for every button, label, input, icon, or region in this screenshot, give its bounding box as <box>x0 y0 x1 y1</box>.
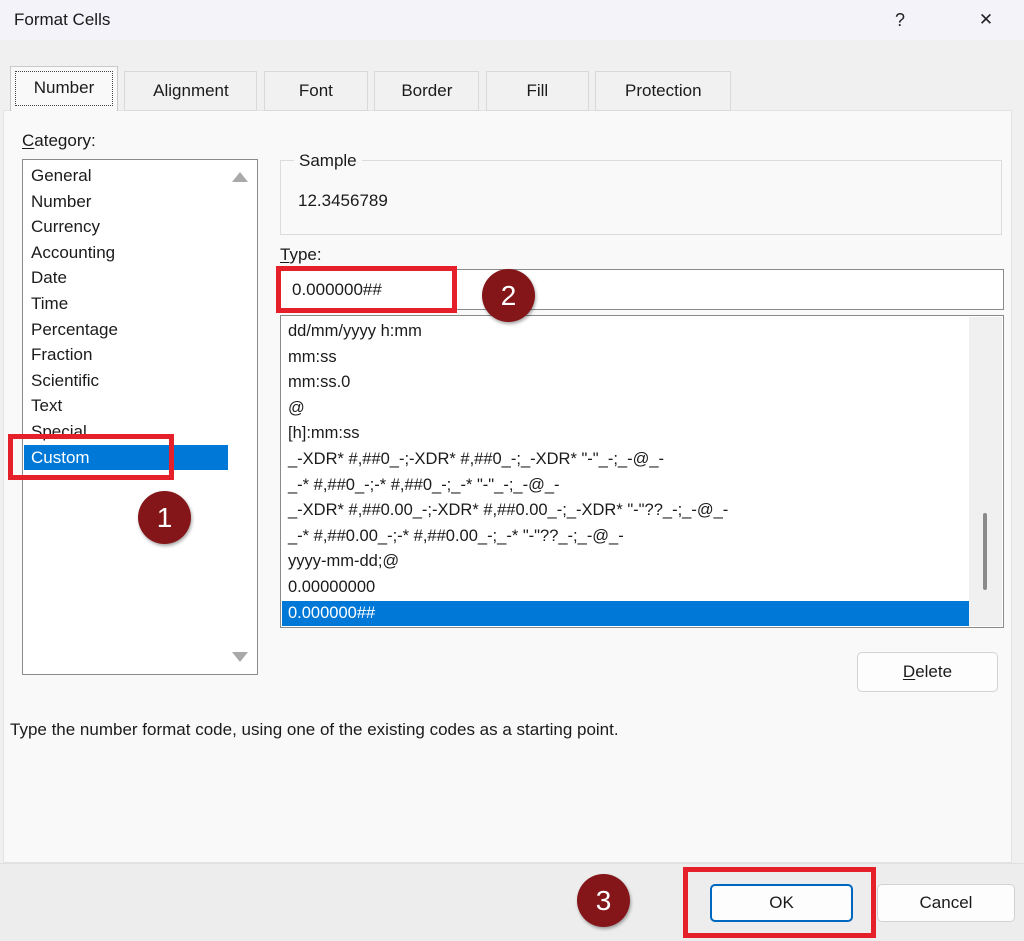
format-codes-listbox: dd/mm/yyyy h:mm mm:ss mm:ss.0 @ [h]:mm:s… <box>280 315 1004 628</box>
tab-border[interactable]: Border <box>374 71 479 111</box>
type-input[interactable] <box>280 269 1004 310</box>
category-label: Category: <box>22 131 96 151</box>
category-item-percentage[interactable]: Percentage <box>24 317 228 343</box>
step-badge-2: 2 <box>482 269 535 322</box>
footer-bar <box>0 863 1024 941</box>
format-code-item[interactable]: _-XDR* #,##0.00_-;-XDR* #,##0.00_-;_-XDR… <box>282 498 970 524</box>
format-code-item[interactable]: [h]:mm:ss <box>282 421 970 447</box>
format-codes-items: dd/mm/yyyy h:mm mm:ss mm:ss.0 @ [h]:mm:s… <box>282 319 970 626</box>
step-badge-1: 1 <box>138 491 191 544</box>
ok-button[interactable]: OK <box>710 884 853 922</box>
tab-protection[interactable]: Protection <box>595 71 731 111</box>
tab-number[interactable]: Number <box>10 66 118 111</box>
format-code-item[interactable]: dd/mm/yyyy h:mm <box>282 319 970 345</box>
window-title: Format Cells <box>14 0 110 40</box>
category-item-time[interactable]: Time <box>24 291 228 317</box>
category-items: General Number Currency Accounting Date … <box>24 163 228 470</box>
category-item-scientific[interactable]: Scientific <box>24 368 228 394</box>
category-item-general[interactable]: General <box>24 163 228 189</box>
step-badge-3: 3 <box>577 874 630 927</box>
format-codes-scrollbar[interactable] <box>969 317 1002 626</box>
format-code-item[interactable]: @ <box>282 396 970 422</box>
scrollbar-thumb[interactable] <box>983 513 987 590</box>
sample-label: Sample <box>294 151 362 171</box>
format-cells-dialog: Format Cells ? ✕ Number Alignment Font B… <box>0 0 1024 941</box>
category-item-fraction[interactable]: Fraction <box>24 342 228 368</box>
tab-font[interactable]: Font <box>264 71 368 111</box>
help-icon[interactable]: ? <box>880 0 920 40</box>
title-bar: Format Cells ? ✕ <box>0 0 1024 40</box>
delete-button[interactable]: Delete <box>857 652 998 692</box>
tab-alignment[interactable]: Alignment <box>124 71 257 111</box>
instruction-text: Type the number format code, using one o… <box>10 720 1010 740</box>
category-item-custom[interactable]: Custom <box>24 445 228 471</box>
sample-value: 12.3456789 <box>298 191 388 211</box>
cancel-button[interactable]: Cancel <box>877 884 1015 922</box>
category-item-date[interactable]: Date <box>24 265 228 291</box>
format-code-item[interactable]: mm:ss.0 <box>282 370 970 396</box>
category-item-number[interactable]: Number <box>24 189 228 215</box>
close-icon[interactable]: ✕ <box>966 0 1006 40</box>
sample-groupbox: Sample 12.3456789 <box>280 160 1002 235</box>
category-item-text[interactable]: Text <box>24 393 228 419</box>
format-code-item[interactable]: _-* #,##0.00_-;-* #,##0.00_-;_-* "-"??_-… <box>282 524 970 550</box>
category-listbox: General Number Currency Accounting Date … <box>22 159 258 675</box>
scroll-down-icon[interactable] <box>232 652 248 662</box>
type-label: Type: <box>280 245 322 265</box>
tab-fill[interactable]: Fill <box>486 71 589 111</box>
category-item-accounting[interactable]: Accounting <box>24 240 228 266</box>
scroll-up-icon[interactable] <box>232 172 248 182</box>
category-item-special[interactable]: Special <box>24 419 228 445</box>
category-item-currency[interactable]: Currency <box>24 214 228 240</box>
tab-strip: Number Alignment Font Border Fill Protec… <box>10 66 733 112</box>
format-code-item[interactable]: 0.00000000 <box>282 575 970 601</box>
format-code-item[interactable]: yyyy-mm-dd;@ <box>282 549 970 575</box>
format-code-item-selected[interactable]: 0.000000## <box>282 601 970 627</box>
format-code-item[interactable]: mm:ss <box>282 345 970 371</box>
format-code-item[interactable]: _-* #,##0_-;-* #,##0_-;_-* "-"_-;_-@_- <box>282 473 970 499</box>
format-code-item[interactable]: _-XDR* #,##0_-;-XDR* #,##0_-;_-XDR* "-"_… <box>282 447 970 473</box>
